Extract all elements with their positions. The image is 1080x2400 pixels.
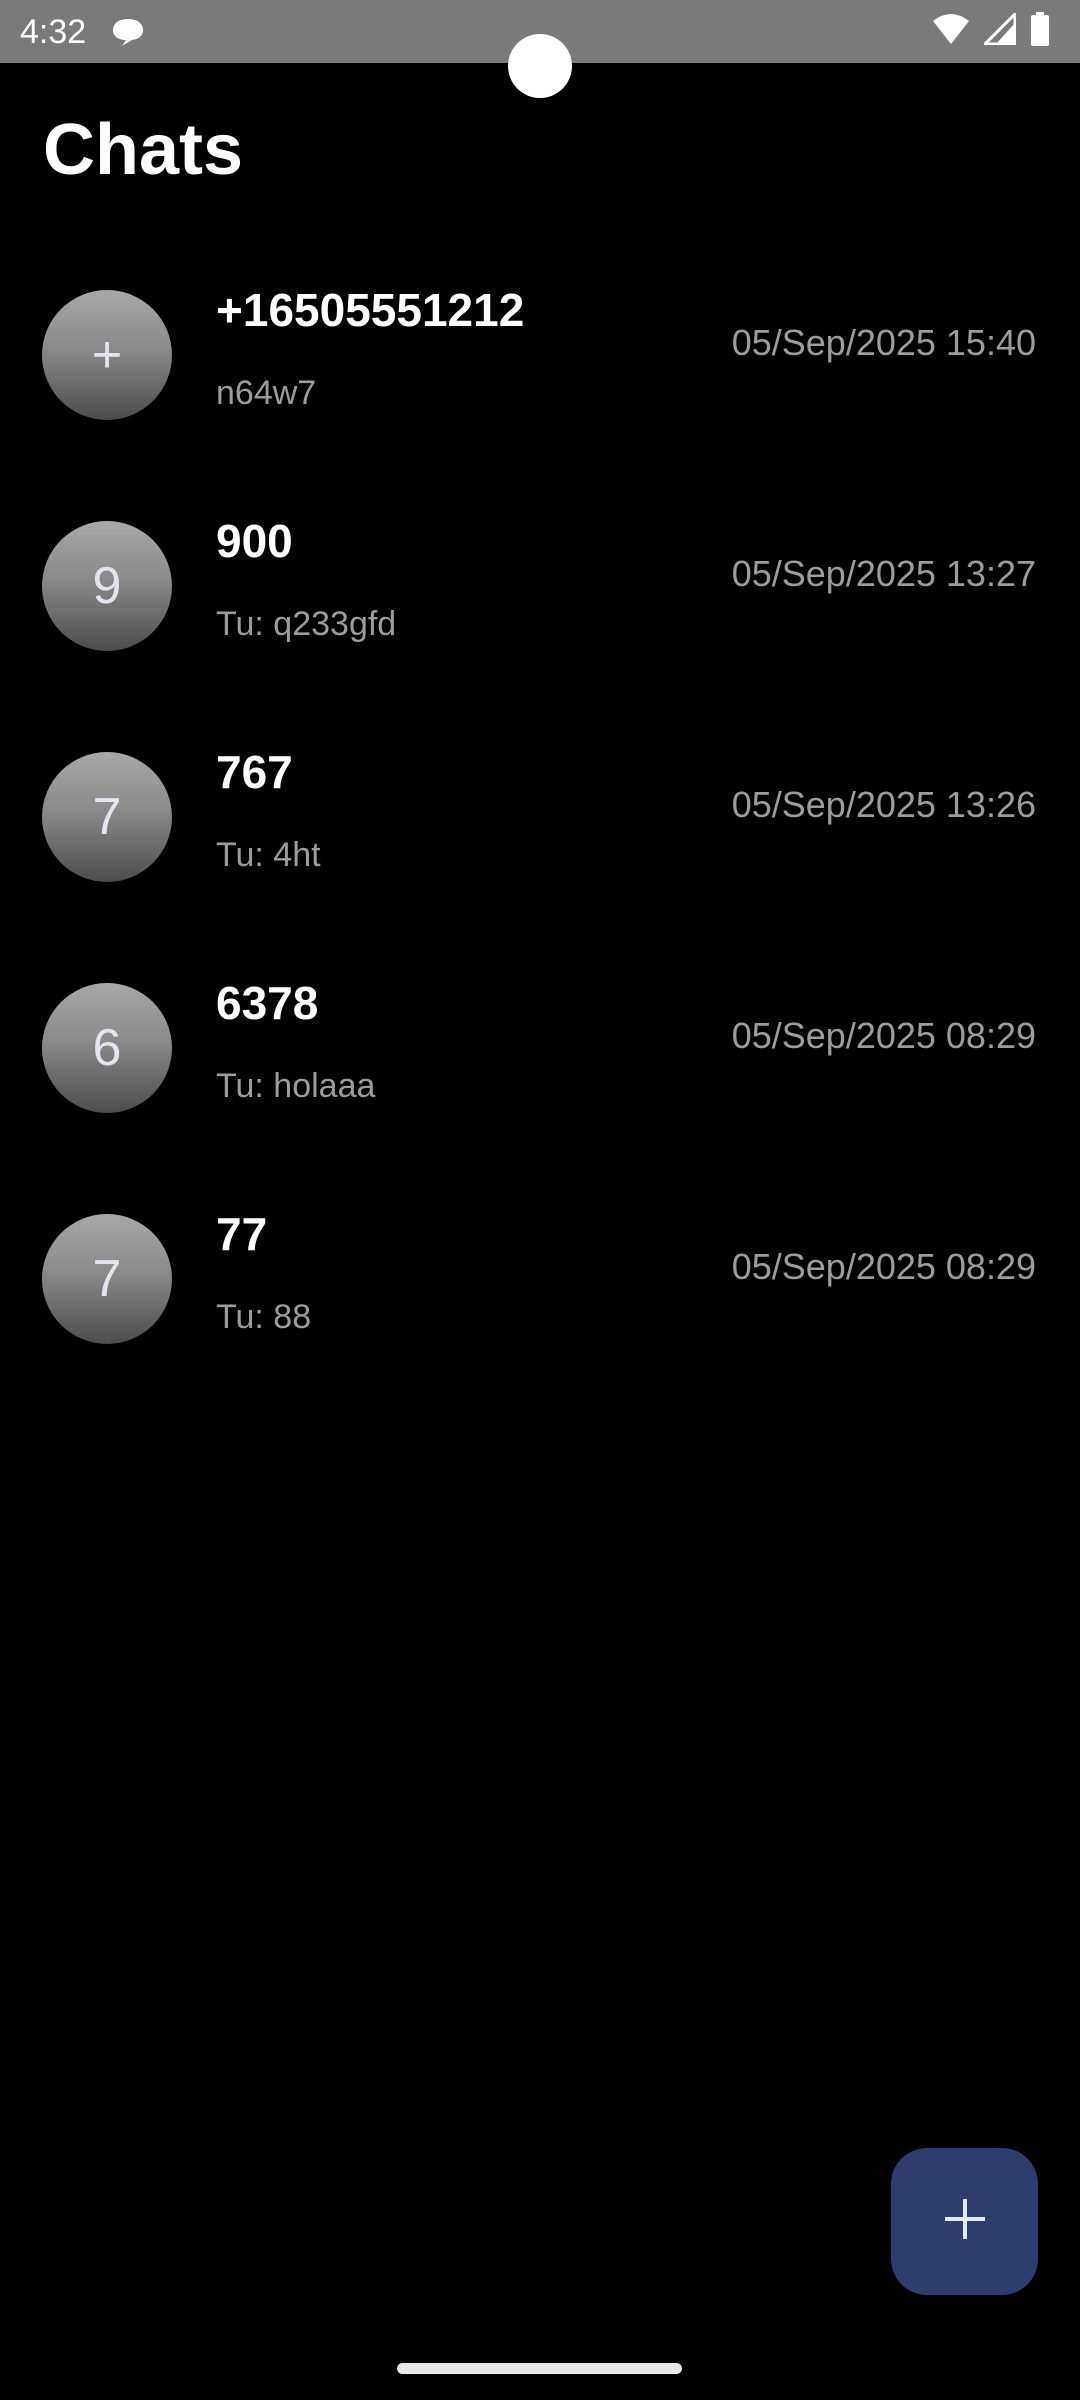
chat-name: +16505551212 — [216, 284, 525, 336]
chat-name: 6378 — [216, 977, 319, 1029]
avatar: 7 — [42, 1214, 172, 1344]
wifi-icon — [932, 13, 970, 50]
chat-preview: n64w7 — [216, 374, 317, 412]
avatar: 9 — [42, 521, 172, 651]
chat-list: + +16505551212 n64w7 05/Sep/2025 15:40 9… — [0, 270, 1080, 1425]
chat-preview: Tu: 4ht — [216, 836, 321, 874]
status-time: 4:32 — [20, 13, 87, 51]
avatar-letter: 6 — [92, 1019, 122, 1077]
chat-bubble-icon — [110, 16, 146, 48]
avatar-letter: 9 — [92, 557, 122, 615]
chat-row[interactable]: 7 767 Tu: 4ht 05/Sep/2025 13:26 — [0, 732, 1080, 963]
chat-name: 767 — [216, 746, 293, 798]
cell-signal-icon — [981, 10, 1017, 50]
avatar: + — [42, 290, 172, 420]
new-chat-button[interactable] — [891, 2148, 1038, 2295]
home-indicator[interactable] — [397, 2363, 682, 2374]
page-title: Chats — [43, 110, 244, 190]
avatar: 6 — [42, 983, 172, 1113]
avatar-letter: 7 — [92, 788, 122, 846]
chat-timestamp: 05/Sep/2025 13:26 — [731, 784, 1036, 825]
chat-row[interactable]: 9 900 Tu: q233gfd 05/Sep/2025 13:27 — [0, 501, 1080, 732]
avatar: 7 — [42, 752, 172, 882]
chat-row[interactable]: 7 77 Tu: 88 05/Sep/2025 08:29 — [0, 1194, 1080, 1425]
camera-cutout — [508, 34, 572, 98]
avatar-letter: 7 — [92, 1250, 122, 1308]
chat-preview: Tu: holaaa — [216, 1067, 376, 1105]
chat-row[interactable]: 6 6378 Tu: holaaa 05/Sep/2025 08:29 — [0, 963, 1080, 1194]
chat-timestamp: 05/Sep/2025 13:27 — [731, 553, 1036, 594]
chat-name: 77 — [216, 1208, 268, 1260]
chat-preview: Tu: 88 — [216, 1298, 312, 1336]
avatar-letter: + — [91, 326, 123, 384]
chat-name: 900 — [216, 515, 293, 567]
chat-row[interactable]: + +16505551212 n64w7 05/Sep/2025 15:40 — [0, 270, 1080, 501]
chat-preview: Tu: q233gfd — [216, 605, 397, 643]
battery-icon — [1030, 12, 1050, 51]
chat-timestamp: 05/Sep/2025 08:29 — [731, 1015, 1036, 1056]
chat-timestamp: 05/Sep/2025 15:40 — [731, 322, 1036, 363]
chat-timestamp: 05/Sep/2025 08:29 — [731, 1246, 1036, 1287]
plus-icon — [943, 2197, 987, 2246]
